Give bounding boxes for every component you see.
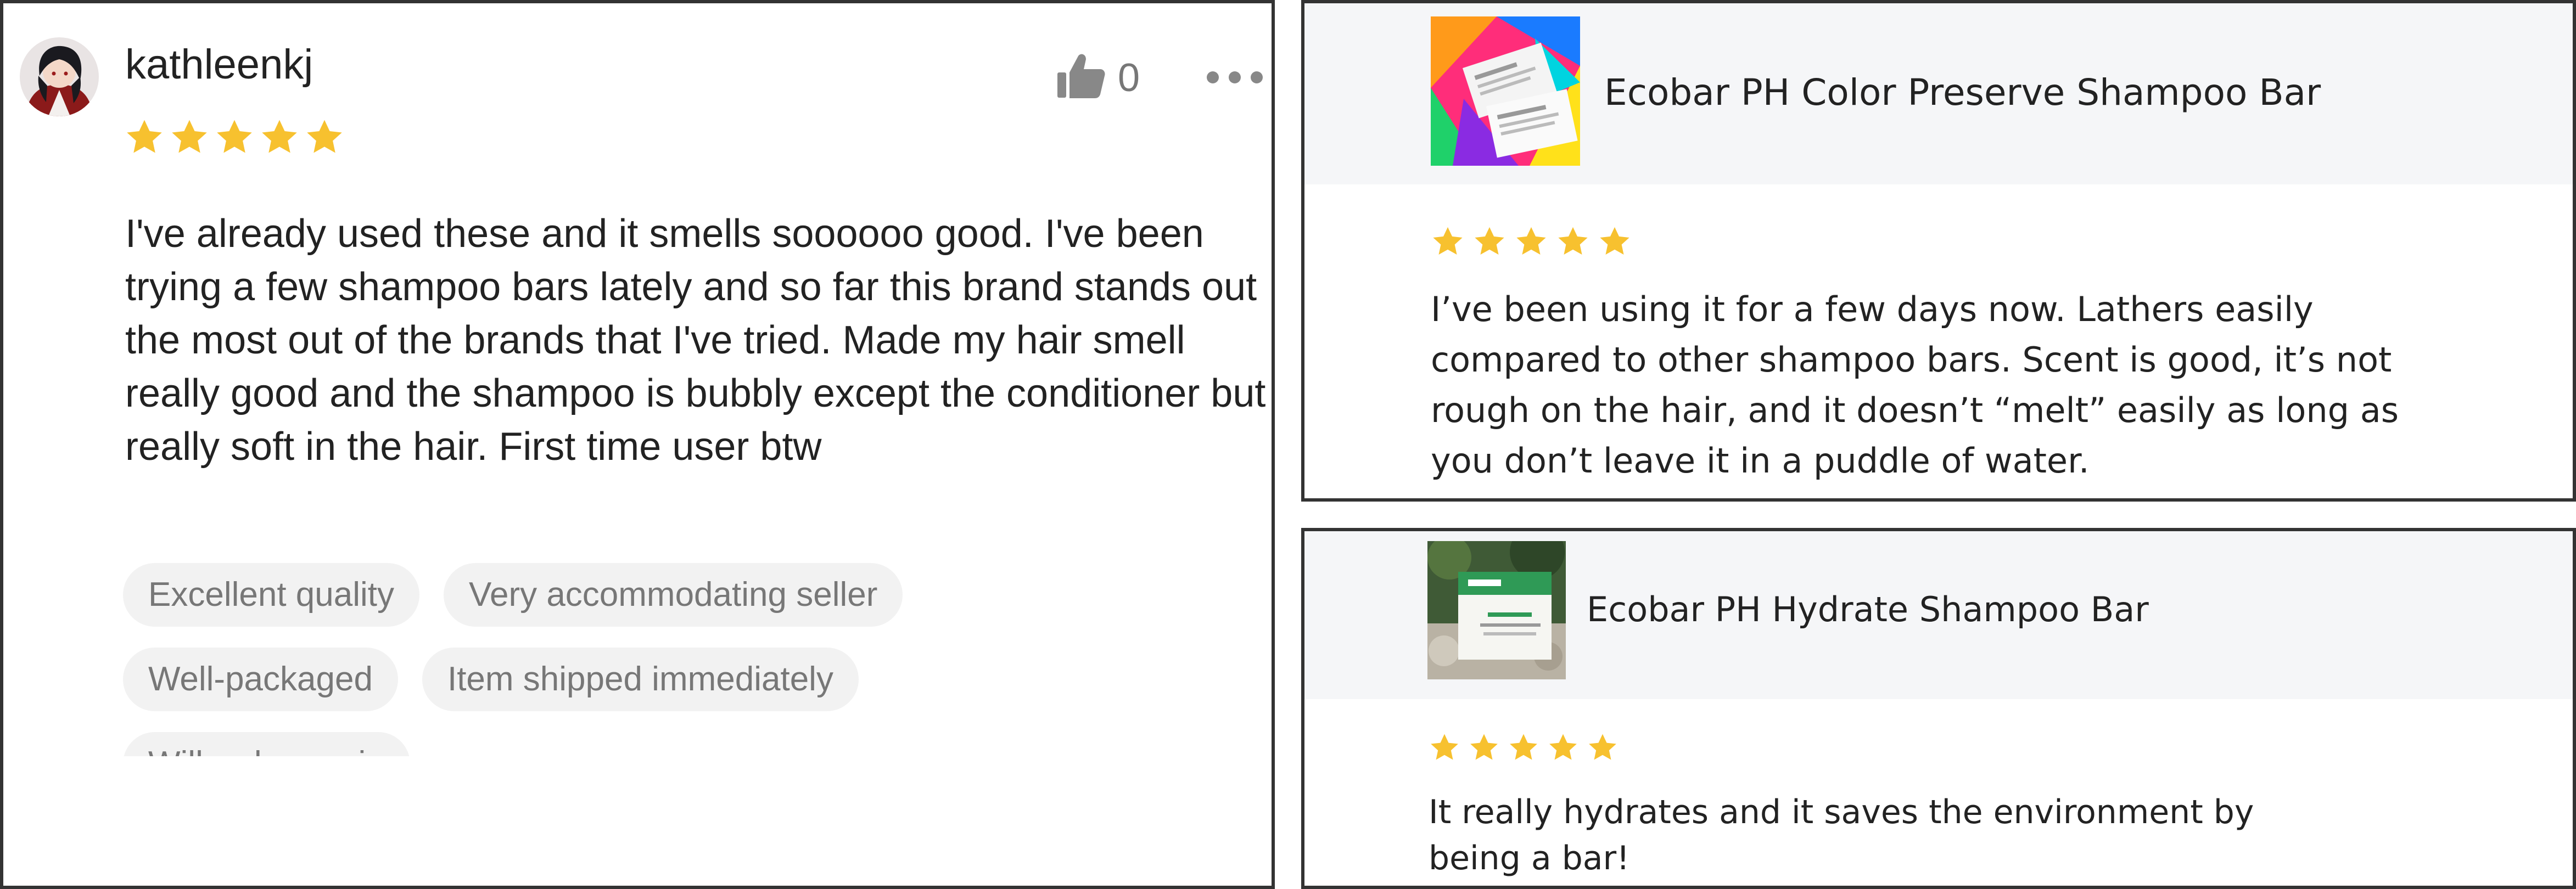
product-review-card: Ecobar PH Hydrate Shampoo Bar It really …	[1301, 528, 2576, 889]
product-name[interactable]: Ecobar PH Hydrate Shampoo Bar	[1587, 585, 2149, 634]
star-icon	[1558, 227, 1588, 255]
product-header[interactable]: Ecobar PH Hydrate Shampoo Bar	[1304, 531, 2573, 699]
star-icon	[262, 120, 297, 153]
review-text: I've already used these and it smells so…	[125, 212, 1266, 469]
product-review-text: I’ve been using it for a few days now. L…	[1431, 289, 2399, 481]
tag-chip: Well-packaged	[123, 648, 398, 711]
review-tags: Excellent quality Very accommodating sel…	[123, 563, 1221, 756]
star-icon	[1549, 734, 1577, 760]
product-header[interactable]: Ecobar PH Color Preserve Shampoo Bar	[1304, 3, 2573, 184]
star-icon	[1470, 734, 1498, 760]
reviewer-username: kathleenkj	[125, 41, 313, 88]
star-icon	[1600, 227, 1629, 255]
product-thumbnail[interactable]	[1427, 541, 1566, 679]
review-card: kathleenkj 0 I've already used these and…	[0, 0, 1275, 889]
tag-chip: Excellent quality	[123, 563, 420, 627]
star-icon	[1431, 734, 1458, 760]
star-icon	[127, 120, 162, 153]
thumbs-up-icon	[1057, 54, 1105, 98]
star-icon	[1510, 734, 1537, 760]
star-icon	[217, 120, 252, 153]
star-icon	[1589, 734, 1616, 760]
product-name[interactable]: Ecobar PH Color Preserve Shampoo Bar	[1604, 68, 2321, 117]
product-review-text: It really hydrates and it saves the envi…	[1429, 793, 2254, 877]
product-rating-stars	[1429, 732, 1619, 764]
review-rating-stars	[124, 117, 345, 158]
product-rating-stars	[1431, 225, 1632, 259]
product-thumbnail[interactable]	[1431, 16, 1580, 166]
tag-chip: Will order again	[123, 732, 410, 756]
star-icon	[1516, 227, 1546, 255]
tag-chip: Item shipped immediately	[422, 648, 859, 711]
like-count: 0	[1118, 56, 1140, 100]
tag-chip: Very accommodating seller	[444, 563, 903, 627]
more-options-icon[interactable]	[1206, 70, 1264, 85]
product-review-card: Ecobar PH Color Preserve Shampoo Bar I’v…	[1301, 0, 2576, 502]
star-icon	[1475, 227, 1504, 255]
star-icon	[172, 120, 207, 153]
avatar[interactable]	[20, 37, 99, 116]
star-icon	[307, 120, 342, 153]
like-button[interactable]: 0	[1056, 52, 1150, 104]
star-icon	[1433, 227, 1463, 255]
